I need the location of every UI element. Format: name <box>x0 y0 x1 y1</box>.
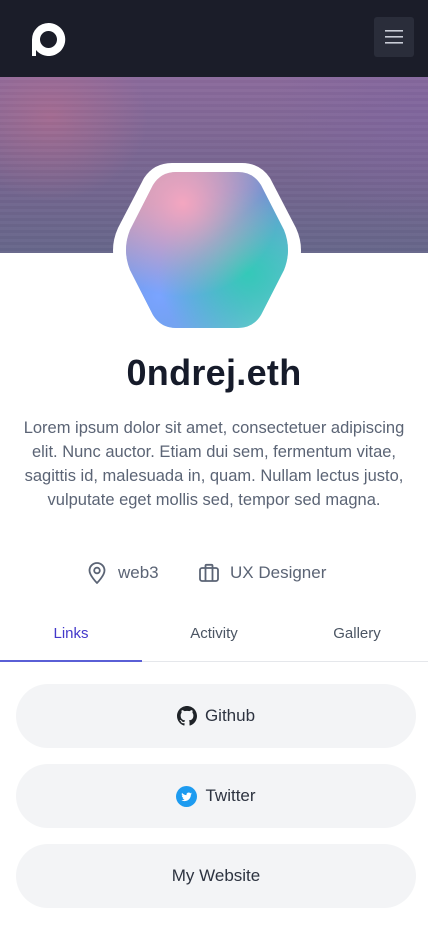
github-link-button[interactable]: Github <box>16 684 416 748</box>
twitter-link-label: Twitter <box>205 786 256 805</box>
location-info: web3 <box>86 560 159 586</box>
tab-gallery[interactable]: Gallery <box>286 614 428 662</box>
website-link-label: My Website <box>171 866 261 885</box>
job-text: UX Designer <box>230 563 327 582</box>
github-link-label: Github <box>204 706 256 725</box>
menu-button[interactable] <box>374 17 414 57</box>
logo-icon[interactable] <box>30 21 67 58</box>
location-pin-icon <box>88 562 106 584</box>
briefcase-icon <box>199 563 219 582</box>
website-link-button[interactable]: My Website <box>16 844 416 908</box>
location-text: web3 <box>118 563 159 582</box>
job-info: UX Designer <box>198 560 326 586</box>
github-icon <box>176 706 197 726</box>
avatar <box>113 163 301 337</box>
profile-bio: Lorem ipsum dolor sit amet, consectetuer… <box>23 419 405 509</box>
tab-activity[interactable]: Activity <box>143 614 285 662</box>
top-navbar <box>0 0 428 77</box>
profile-name: 0ndrej.eth <box>126 352 302 393</box>
hamburger-menu-icon <box>385 30 403 44</box>
twitter-icon <box>176 785 198 807</box>
twitter-link-button[interactable]: Twitter <box>16 764 416 828</box>
profile-tabs: Links Activity Gallery <box>0 614 428 662</box>
tab-links[interactable]: Links <box>0 614 142 662</box>
